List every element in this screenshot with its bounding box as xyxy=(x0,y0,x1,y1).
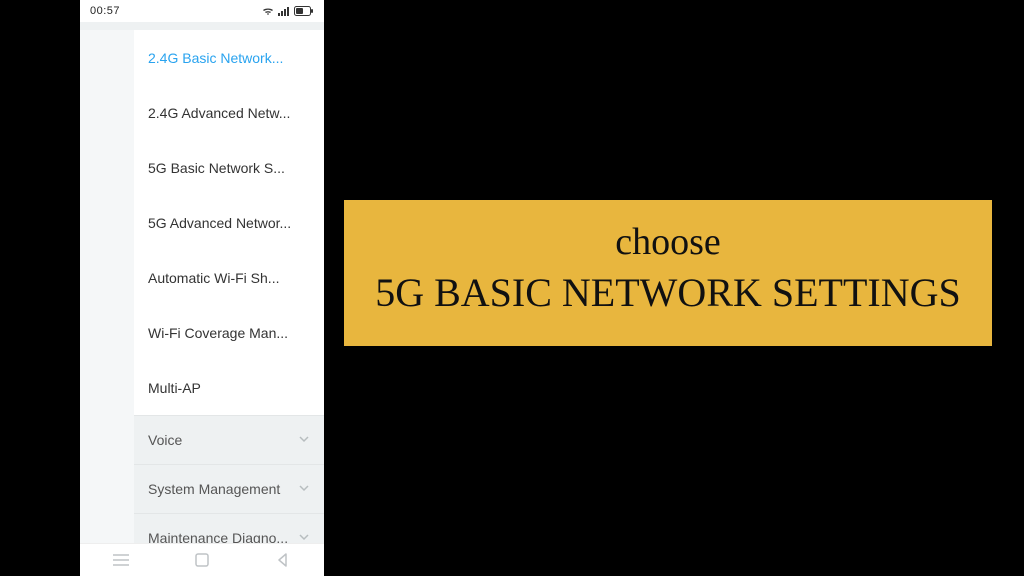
status-bar: 00:57 xyxy=(80,0,324,22)
settings-content: 2.4G Basic Network... 2.4G Advanced Netw… xyxy=(80,22,324,544)
category-list: Voice System Management Maintenance Diag… xyxy=(134,415,324,544)
category-maintenance-diagnostics[interactable]: Maintenance Diagno... xyxy=(134,513,324,544)
menu-item-label: 2.4G Advanced Netw... xyxy=(148,105,290,121)
android-navbar xyxy=(80,543,324,576)
menu-item-label: 5G Basic Network S... xyxy=(148,160,285,176)
category-voice[interactable]: Voice xyxy=(134,415,324,464)
wifi-icon xyxy=(262,6,274,16)
status-indicators xyxy=(262,6,314,16)
battery-icon xyxy=(294,6,314,16)
menu-item-label: 5G Advanced Networ... xyxy=(148,215,291,231)
category-system-management[interactable]: System Management xyxy=(134,464,324,513)
menu-auto-wifi-shutdown[interactable]: Automatic Wi-Fi Sh... xyxy=(134,250,324,305)
menu-5g-basic[interactable]: 5G Basic Network S... xyxy=(134,140,324,195)
menu-24g-basic[interactable]: 2.4G Basic Network... xyxy=(134,30,324,85)
status-time: 00:57 xyxy=(90,5,120,17)
menu-item-label: 2.4G Basic Network... xyxy=(148,50,283,66)
chevron-down-icon xyxy=(298,530,310,544)
callout-line2: 5G BASIC NETWORK SETTINGS xyxy=(368,268,968,318)
menu-24g-advanced[interactable]: 2.4G Advanced Netw... xyxy=(134,85,324,140)
category-label: Maintenance Diagno... xyxy=(148,530,288,544)
menu-5g-advanced[interactable]: 5G Advanced Networ... xyxy=(134,195,324,250)
callout-line1: choose xyxy=(368,220,968,264)
menu-item-label: Wi-Fi Coverage Man... xyxy=(148,325,288,341)
nav-back-button[interactable] xyxy=(263,544,303,576)
menu-wifi-coverage[interactable]: Wi-Fi Coverage Man... xyxy=(134,305,324,360)
menu-item-label: Automatic Wi-Fi Sh... xyxy=(148,270,279,286)
top-spacer xyxy=(80,22,324,30)
wlan-submenu: 2.4G Basic Network... 2.4G Advanced Netw… xyxy=(134,30,324,415)
chevron-down-icon xyxy=(298,432,310,448)
signal-icon xyxy=(278,6,290,16)
instruction-callout: choose 5G BASIC NETWORK SETTINGS xyxy=(344,200,992,346)
nav-home-button[interactable] xyxy=(182,544,222,576)
chevron-down-icon xyxy=(298,481,310,497)
category-label: System Management xyxy=(148,481,280,497)
menu-multi-ap[interactable]: Multi-AP xyxy=(134,360,324,415)
menu-item-label: Multi-AP xyxy=(148,380,201,396)
phone-frame: 00:57 2.4G Basic Network... 2.4G Advance… xyxy=(80,0,324,576)
nav-recents-button[interactable] xyxy=(101,544,141,576)
category-label: Voice xyxy=(148,432,182,448)
stage: 00:57 2.4G Basic Network... 2.4G Advance… xyxy=(0,0,1024,576)
